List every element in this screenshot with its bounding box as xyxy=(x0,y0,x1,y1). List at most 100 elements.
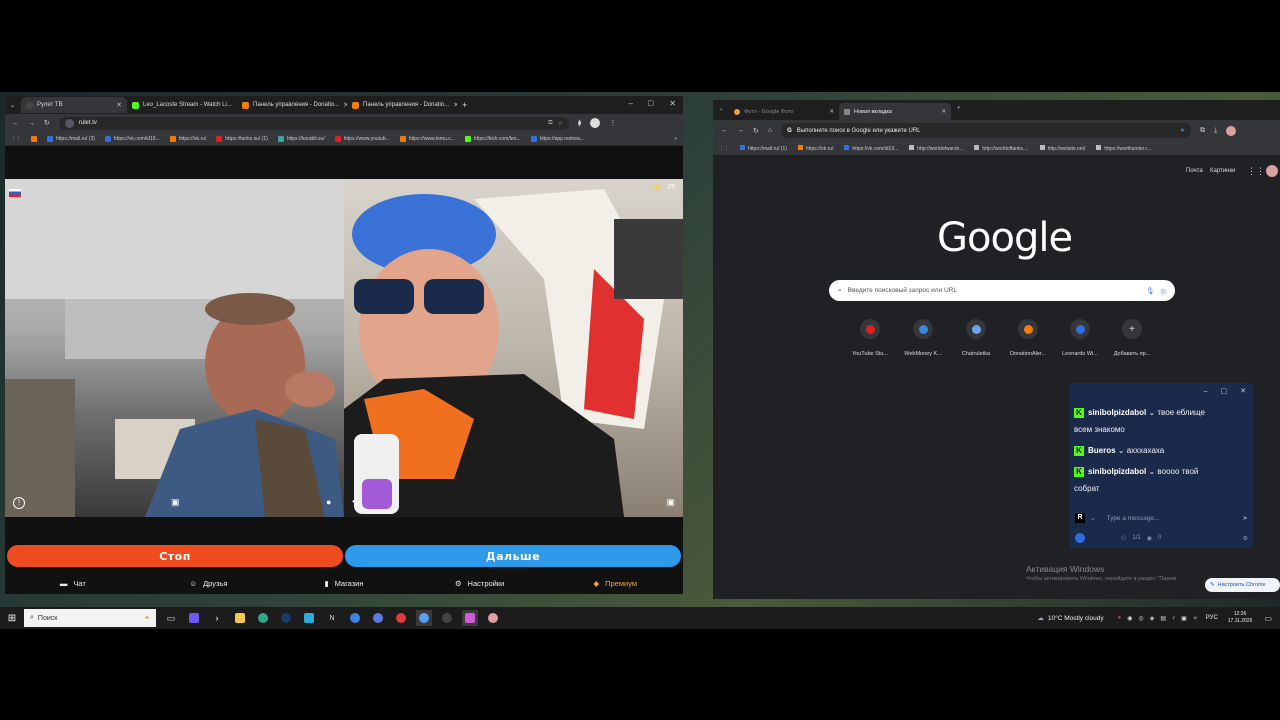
tray-network-icon[interactable]: ▤ xyxy=(1160,615,1166,622)
mic-icon[interactable]: 🎙 xyxy=(1146,287,1154,295)
close-icon[interactable]: ✕ xyxy=(941,109,946,115)
stop-button[interactable]: Стоп xyxy=(7,545,343,567)
bookmark-item[interactable]: https://warthunder.r... xyxy=(1096,144,1151,152)
reload-icon[interactable]: ↻ xyxy=(753,127,759,135)
windows-start-icon[interactable]: ⊞ xyxy=(4,610,20,626)
close-icon[interactable]: ✕ xyxy=(829,109,834,115)
nav-friends[interactable]: ☺ Друзья xyxy=(141,579,277,588)
stream-app-icon[interactable] xyxy=(462,610,478,626)
bookmark-item[interactable]: https://kick.com/leo... xyxy=(464,135,521,142)
edge-icon[interactable] xyxy=(255,610,271,626)
close-icon[interactable]: ✕ xyxy=(116,101,122,109)
extensions-icon[interactable]: ⧫ xyxy=(578,119,581,127)
tab-rulet[interactable]: Рулет ТВ ✕ xyxy=(21,97,127,113)
lens-icon[interactable]: ◎ xyxy=(1160,287,1166,295)
new-tab-button[interactable]: + xyxy=(957,105,960,111)
gmail-link[interactable]: Почта xyxy=(1186,168,1203,174)
notifications-icon[interactable]: ▭ xyxy=(1264,614,1272,623)
bookmark-item[interactable]: https://www.temu.c... xyxy=(399,135,455,142)
shortcut-youtube-studio[interactable]: YouTube Stu... xyxy=(847,319,893,357)
tray-notify-icon[interactable]: ▣ xyxy=(1181,615,1187,622)
profile-avatar[interactable] xyxy=(590,118,601,128)
back-icon[interactable]: ← xyxy=(721,127,728,134)
menu-icon[interactable]: ⋮ xyxy=(609,119,616,127)
apps-icon[interactable]: ⋮⋮ xyxy=(11,136,21,142)
taskbar-search[interactable]: ⌕ Поиск ✦ xyxy=(24,609,156,627)
shortcut-donationalerts[interactable]: DonationAler... xyxy=(1005,319,1051,357)
right-address-bar[interactable]: G Выполните поиск в Google или укажите U… xyxy=(781,123,1192,138)
clock[interactable]: 12:36 17.11.2025 xyxy=(1228,611,1253,625)
tab-new-tab[interactable]: Новая вкладка ✕ xyxy=(839,103,951,120)
bookmark-item[interactable]: https://ok.ru/ xyxy=(797,144,833,152)
shortcut-chatruletka[interactable]: Chatruletka xyxy=(953,319,999,357)
new-tab-button[interactable]: + xyxy=(457,97,472,113)
chevron-down-icon[interactable]: ⌄ xyxy=(1090,514,1095,522)
tray-chrome-icon[interactable]: ◎ xyxy=(1139,615,1144,622)
bookmark-item[interactable]: http://worldoftanks.... xyxy=(974,144,1029,152)
chrome-second-icon[interactable] xyxy=(485,610,501,626)
gamepad-icon[interactable] xyxy=(370,610,386,626)
window-close-icon[interactable]: ✕ xyxy=(669,99,676,108)
nav-shop[interactable]: ▮ Магазин xyxy=(276,579,412,588)
tray-gamepad-icon[interactable]: ◉ xyxy=(1127,615,1132,622)
bookmark-item[interactable]: https://ok.ru/ xyxy=(169,135,206,142)
bookmarks-overflow-icon[interactable]: » xyxy=(674,136,677,142)
site-info-icon[interactable] xyxy=(64,118,74,128)
messenger-icon[interactable] xyxy=(301,610,317,626)
chat-username[interactable]: sinibolpizdabol xyxy=(1088,408,1146,417)
chat-username[interactable]: Bueros xyxy=(1088,446,1116,455)
nav-premium[interactable]: ◆ Премиум xyxy=(547,579,683,588)
tab-donation-1[interactable]: Панель управления - Donatio... ✕ xyxy=(237,97,347,113)
chat-username[interactable]: sinibolpizdabol xyxy=(1088,467,1146,476)
google-search-box[interactable]: ⌕ Введите поисковый запрос или URL 🎙 ◎ xyxy=(829,280,1175,301)
star-icon[interactable]: ☆ xyxy=(557,120,562,127)
tray-volume-icon[interactable]: ♪ xyxy=(1172,615,1175,622)
video-settings-icon[interactable]: ▣ xyxy=(171,497,180,508)
tray-misc-icon[interactable]: ✧ xyxy=(1193,615,1198,622)
file-explorer-icon[interactable] xyxy=(232,610,248,626)
shortcut-webmoney[interactable]: WebMoney K... xyxy=(900,319,946,357)
tray-app-icon[interactable]: ◈ xyxy=(1150,615,1155,622)
apps-icon[interactable]: ⋮⋮ xyxy=(719,145,729,151)
home-icon[interactable]: ⌂ xyxy=(768,127,772,134)
bookmark-item[interactable]: http://wotsite.net/ xyxy=(1039,144,1085,152)
tray-record-icon[interactable]: ● xyxy=(1118,615,1122,622)
tab-kick[interactable]: Leo_Lacoste Stream - Watch Li... ✕ xyxy=(127,97,237,113)
bookmark-item[interactable]: https://www.youtub... xyxy=(334,135,390,142)
bookmark-item[interactable]: https://app.restrea... xyxy=(530,135,584,142)
shortcut-add[interactable]: + Добавить яр... xyxy=(1109,319,1155,357)
effects-icon[interactable]: ✣ xyxy=(352,497,360,508)
profile-avatar[interactable] xyxy=(1226,125,1237,136)
profile-icon[interactable]: ● xyxy=(326,497,331,507)
bookmark-item[interactable] xyxy=(31,135,37,142)
obs-icon[interactable] xyxy=(439,610,455,626)
bookmark-star-icon[interactable]: ★ xyxy=(1180,127,1185,134)
widgets-icon[interactable] xyxy=(186,610,202,626)
terminal-icon[interactable]: › xyxy=(209,610,225,626)
send-icon[interactable]: ➤ xyxy=(1243,514,1248,522)
minimize-icon[interactable]: – xyxy=(1204,388,1208,395)
nav-chat[interactable]: ▬ Чат xyxy=(5,579,141,588)
gear-icon[interactable]: ⚙ xyxy=(1243,535,1248,542)
steam-icon[interactable] xyxy=(278,610,294,626)
maximize-icon[interactable]: ▢ xyxy=(647,99,654,107)
tab-list-button[interactable]: ⌄ xyxy=(719,106,724,112)
bookmark-item[interactable]: https://tanks.su/ (1) xyxy=(216,135,268,142)
minimize-icon[interactable]: – xyxy=(629,99,633,108)
restream-icon[interactable]: R xyxy=(1075,513,1085,523)
bookmark-item[interactable]: https://vk.com/id19... xyxy=(104,135,160,142)
record-icon[interactable] xyxy=(393,610,409,626)
bookmark-item[interactable]: https://korabli.su/ xyxy=(277,135,325,142)
tab-donation-2[interactable]: Панель управления - Donatio... ✕ xyxy=(347,97,457,113)
images-link[interactable]: Картинки xyxy=(1210,168,1235,174)
nav-settings[interactable]: ⚙ Настройки xyxy=(412,579,548,588)
bookmark-item[interactable]: https://vk.com/id19... xyxy=(844,144,898,152)
cast-icon[interactable]: ⧉ xyxy=(548,120,552,127)
chrome-icon[interactable] xyxy=(347,610,363,626)
tab-google-photos[interactable]: Фото - Google Фото ✕ xyxy=(729,103,839,120)
input-language[interactable]: РУС xyxy=(1206,615,1218,621)
tab-list-button[interactable]: ⌄ xyxy=(5,97,21,113)
chrome-running-icon[interactable] xyxy=(416,610,432,626)
forward-icon[interactable]: → xyxy=(737,127,744,134)
next-button[interactable]: Дальше xyxy=(345,545,681,567)
